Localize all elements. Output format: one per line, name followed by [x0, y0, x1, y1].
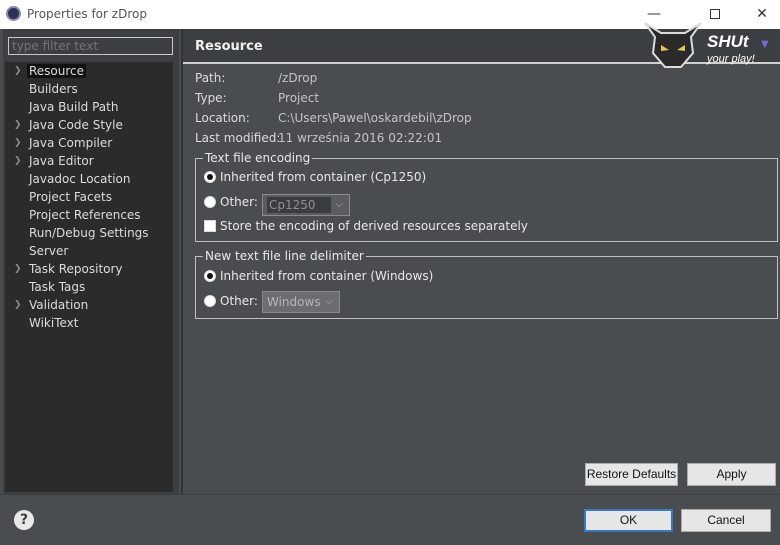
property-value: /zDrop [278, 71, 318, 85]
delimiter-other-option[interactable]: Other: [204, 293, 258, 309]
tree-item[interactable]: Server [5, 242, 173, 260]
encoding-other-radio[interactable] [204, 196, 216, 208]
category-tree: ❯ Resource Builders Java Build Path ❯ Java Co… [5, 62, 173, 492]
property-key: Path: [195, 71, 226, 85]
tree-item[interactable]: WikiText [5, 314, 173, 332]
delimiter-combo[interactable]: Windows ⌵ [262, 291, 340, 313]
tree-item[interactable]: Run/Debug Settings [5, 224, 173, 242]
delimiter-inherited-option[interactable]: Inherited from container (Windows) [204, 268, 433, 284]
tree-item[interactable]: ❯ Resource [5, 62, 173, 80]
tree-item-label: Builders [29, 82, 78, 96]
chevron-right-icon[interactable]: ❯ [14, 296, 22, 314]
property-key: Type: [195, 91, 227, 105]
tree-item-label: Project Facets [29, 190, 112, 204]
property-value: 11 września 2016 02:22:01 [278, 131, 443, 145]
chevron-right-icon[interactable]: ❯ [14, 134, 22, 152]
encoding-inherited-label: Inherited from container (Cp1250) [220, 170, 427, 184]
tree-item-label: Validation [29, 298, 89, 312]
delimiter-other-label: Other: [220, 294, 258, 308]
chevron-down-icon: ⌵ [335, 199, 343, 210]
tree-item[interactable]: Builders [5, 80, 173, 98]
restore-defaults-button[interactable]: Restore Defaults [585, 463, 678, 486]
watermark-line1: SHUt [707, 32, 750, 51]
tree-item-label: Task Repository [29, 262, 123, 276]
encoding-combo-value: Cp1250 [267, 197, 331, 213]
cancel-button[interactable]: Cancel [681, 509, 771, 532]
tree-item-label: WikiText [29, 316, 79, 330]
filter-input[interactable] [8, 37, 173, 55]
page-title: Resource [195, 39, 263, 54]
tree-item-label: Run/Debug Settings [29, 226, 149, 240]
delimiter-inherited-radio[interactable] [204, 270, 216, 282]
dialog-footer: ? OK Cancel [0, 494, 780, 545]
encoding-other-label: Other: [220, 195, 258, 209]
property-row: Type: Project [195, 91, 595, 111]
property-key: Location: [195, 111, 250, 125]
delimiter-legend: New text file line delimiter [203, 249, 366, 263]
encoding-legend: Text file encoding [203, 151, 313, 165]
store-encoding-option[interactable]: Store the encoding of derived resources … [204, 218, 528, 234]
page-panel: Resource ▼ SHUt your play! Path:/zDrop Ty… [183, 22, 780, 494]
tree-item-label: Java Compiler [29, 136, 113, 150]
property-value: Project [278, 91, 320, 105]
delimiter-combo-value: Windows [267, 295, 321, 309]
text-file-encoding-group: Text file encoding Inherited from contai… [195, 152, 778, 242]
tree-item[interactable]: ❯ Java Editor [5, 152, 173, 170]
tree-item-label: Javadoc Location [29, 172, 131, 186]
tree-item[interactable]: Javadoc Location [5, 170, 173, 188]
tree-item-label: Java Editor [29, 154, 94, 168]
encoding-combo[interactable]: Cp1250 ⌵ [262, 194, 350, 216]
tree-item[interactable]: ❯ Java Compiler [5, 134, 173, 152]
tree-item-label: Java Build Path [29, 100, 119, 114]
store-encoding-checkbox[interactable] [204, 220, 216, 232]
encoding-inherited-option[interactable]: Inherited from container (Cp1250) [204, 169, 426, 185]
chevron-down-icon: ⌵ [325, 296, 333, 307]
encoding-inherited-radio[interactable] [204, 171, 216, 183]
property-value: C:\Users\Pawel\oskardebil\zDrop [278, 111, 472, 125]
property-row: Last modified: 11 września 2016 02:22:01 [195, 131, 595, 151]
navigation-panel: ❯ Resource Builders Java Build Path ❯ Java Co… [3, 29, 179, 494]
chevron-right-icon[interactable]: ❯ [14, 116, 22, 134]
eclipse-icon [6, 6, 21, 21]
tree-item-label: Project References [29, 208, 141, 222]
line-delimiter-group: New text file line delimiter Inherited f… [195, 250, 778, 319]
chevron-right-icon[interactable]: ❯ [14, 260, 22, 278]
property-key: Last modified: [195, 131, 281, 145]
delimiter-inherited-label: Inherited from container (Windows) [220, 269, 434, 283]
chevron-right-icon[interactable]: ❯ [14, 62, 22, 80]
tree-item-label: Resource [27, 64, 87, 78]
tree-item[interactable]: Project References [5, 206, 173, 224]
encoding-other-option[interactable]: Other: [204, 194, 258, 210]
delimiter-other-radio[interactable] [204, 295, 216, 307]
watermark-logo: SHUt your play! [644, 22, 755, 68]
ok-button[interactable]: OK [584, 509, 673, 532]
resource-properties: Path: /zDrop Type: Project Location: C:\Users… [195, 71, 595, 151]
tree-item[interactable]: Project Facets [5, 188, 173, 206]
tree-item[interactable]: ❯ Java Code Style [5, 116, 173, 134]
tree-item[interactable]: ❯ Task Repository [5, 260, 173, 278]
chevron-right-icon[interactable]: ❯ [14, 152, 22, 170]
window-title: Properties for zDrop [27, 7, 147, 21]
watermark-line2: your play! [706, 53, 755, 65]
tree-item-label: Server [29, 244, 69, 258]
help-icon[interactable]: ? [14, 510, 34, 530]
tree-item-label: Java Code Style [29, 118, 123, 132]
property-row: Path: /zDrop [195, 71, 595, 91]
property-row: Location: C:\Users\Pawel\oskardebil\zDrop [195, 111, 595, 131]
store-encoding-label: Store the encoding of derived resources … [220, 219, 528, 233]
tree-item[interactable]: ❯ Validation [5, 296, 173, 314]
tree-item[interactable]: Java Build Path [5, 98, 173, 116]
apply-button[interactable]: Apply [687, 463, 776, 486]
tree-item-label: Task Tags [29, 280, 86, 294]
tree-item[interactable]: Task Tags [5, 278, 173, 296]
